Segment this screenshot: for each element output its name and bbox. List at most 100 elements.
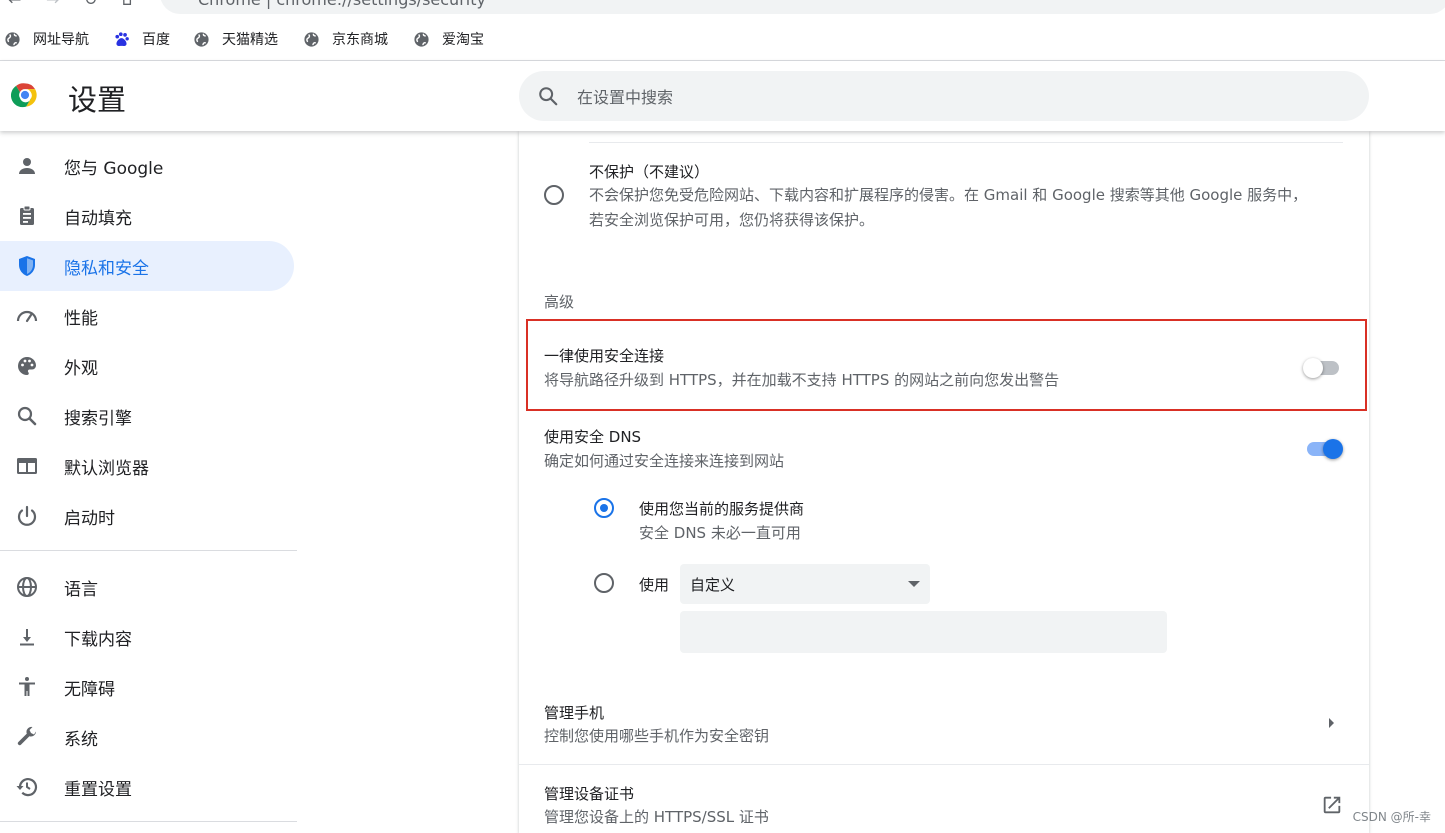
sidebar-item-downloads[interactable]: 下载内容 [0, 612, 294, 662]
back-icon[interactable]: ← [8, 0, 21, 9]
search-icon [539, 87, 558, 106]
sidebar-item-you-and-google[interactable]: 您与 Google [0, 141, 294, 191]
sidebar-item-label: 下载内容 [64, 629, 132, 650]
bookmark-item[interactable]: 京东商城 [303, 29, 388, 49]
sidebar-item-languages[interactable]: 语言 [0, 562, 294, 612]
sidebar-item-label: 启动时 [64, 508, 115, 529]
sidebar-item-default-browser[interactable]: 默认浏览器 [0, 441, 294, 491]
arrow-right-icon[interactable] [1329, 718, 1334, 728]
settings-sidebar: 您与 Google 自动填充 隐私和安全 性能 外观 搜索引擎 默认浏览器 启动… [0, 131, 300, 833]
sidebar-item-accessibility[interactable]: 无障碍 [0, 662, 294, 712]
dns-current-provider-title: 使用您当前的服务提供商 [639, 500, 805, 518]
sidebar-item-privacy-security[interactable]: 隐私和安全 [0, 241, 294, 291]
sidebar-item-label: 搜索引擎 [64, 408, 132, 429]
dns-current-provider-radio[interactable] [594, 498, 614, 518]
shield-icon [19, 256, 35, 276]
page-title: 设置 [68, 83, 127, 117]
bookmark-label: 网址导航 [33, 32, 89, 48]
reload-icon[interactable]: ↻ [84, 0, 97, 9]
manage-certs-desc: 管理您设备上的 HTTPS/SSL 证书 [544, 808, 769, 826]
bookmark-label: 京东商城 [332, 32, 388, 48]
watermark: CSDN @所-幸 [1352, 810, 1431, 824]
manage-phones-title: 管理手机 [544, 704, 605, 722]
clipboard-icon [20, 205, 34, 225]
no-protection-radio[interactable] [544, 185, 564, 205]
secure-dns-title: 使用安全 DNS [544, 428, 642, 446]
forward-icon[interactable]: → [46, 0, 59, 9]
bookmark-item[interactable]: 网址导航 [4, 29, 89, 49]
accessibility-icon [19, 677, 35, 696]
restore-icon [16, 778, 38, 797]
manage-phones-desc: 控制您使用哪些手机作为安全密钥 [544, 727, 770, 745]
bookmark-item[interactable]: 爱淘宝 [413, 29, 484, 49]
browser-window-icon [17, 458, 37, 474]
globe-icon [414, 31, 429, 47]
divider [589, 142, 1343, 143]
manage-certs-title: 管理设备证书 [544, 785, 635, 803]
sidebar-item-on-startup[interactable]: 启动时 [0, 491, 294, 541]
row-divider [519, 764, 1369, 765]
search-icon [17, 406, 37, 426]
advanced-section-title: 高级 [544, 293, 575, 311]
palette-icon [18, 357, 36, 375]
sidebar-item-label: 系统 [64, 729, 98, 750]
globe-icon [304, 31, 319, 47]
sidebar-item-label: 无障碍 [64, 679, 115, 700]
gauge-icon [16, 310, 38, 323]
sidebar-item-autofill[interactable]: 自动填充 [0, 191, 294, 241]
sidebar-divider [0, 821, 297, 822]
open-in-new-icon[interactable] [1321, 794, 1343, 816]
https-only-desc: 将导航路径升级到 HTTPS，并在加载不支持 HTTPS 的网站之前向您发出警告 [544, 371, 1060, 389]
no-protection-title: 不保护（不建议） [589, 163, 710, 181]
address-bar-text: Chrome | chrome://settings/security [198, 0, 486, 9]
browser-toolbar: ← → ↻ ⌂ Chrome | chrome://settings/secur… [0, 0, 1445, 14]
sidebar-item-label: 隐私和安全 [64, 258, 149, 279]
secure-dns-desc: 确定如何通过安全连接来连接到网站 [544, 452, 785, 470]
sidebar-item-label: 默认浏览器 [64, 458, 149, 479]
bookmark-label: 天猫精选 [222, 32, 278, 48]
caret-down-icon [908, 581, 920, 587]
sidebar-item-system[interactable]: 系统 [0, 712, 294, 762]
download-icon [20, 629, 34, 646]
security-settings-card: 不保护（不建议） 不会保护您免受危险网站、下载内容和扩展程序的侵害。在 Gmai… [519, 131, 1369, 833]
sidebar-item-appearance[interactable]: 外观 [0, 341, 294, 391]
sidebar-item-performance[interactable]: 性能 [0, 291, 294, 341]
settings-search-box[interactable] [519, 71, 1369, 123]
bookmark-item[interactable]: 百度 [113, 29, 170, 49]
home-icon[interactable]: ⌂ [122, 0, 132, 9]
dns-custom-radio[interactable] [594, 573, 614, 593]
dns-custom-url-input[interactable] [680, 611, 1167, 653]
sidebar-divider [0, 550, 297, 551]
sidebar-item-label: 自动填充 [64, 208, 132, 229]
sidebar-item-label: 性能 [64, 308, 98, 329]
dns-provider-select[interactable]: 自定义 [680, 564, 930, 604]
person-icon [19, 158, 35, 174]
https-only-toggle[interactable] [1303, 357, 1339, 378]
no-protection-desc-line2: 若安全浏览保护可用，您仍将获得该保护。 [589, 211, 875, 229]
globe-icon [5, 31, 20, 47]
toggle-knob [1323, 439, 1343, 459]
baidu-paw-icon [115, 31, 129, 46]
globe-icon [194, 31, 209, 47]
sidebar-item-label: 语言 [64, 579, 98, 600]
bookmarks-bar: 网址导航 百度 天猫精选 京东商城 爱淘宝 [0, 14, 1445, 61]
sidebar-item-label: 重置设置 [64, 779, 132, 800]
no-protection-desc-line1: 不会保护您免受危险网站、下载内容和扩展程序的侵害。在 Gmail 和 Googl… [589, 186, 1308, 204]
chrome-logo-icon [11, 83, 37, 108]
dns-custom-label: 使用 [639, 576, 670, 594]
bookmark-label: 爱淘宝 [442, 32, 484, 48]
dns-provider-select-value: 自定义 [690, 576, 736, 594]
wrench-icon [17, 726, 36, 746]
sidebar-item-label: 您与 Google [64, 158, 164, 179]
bookmark-item[interactable]: 天猫精选 [193, 29, 278, 49]
bookmark-label: 百度 [142, 32, 170, 48]
globe-icon [17, 577, 37, 597]
sidebar-item-search-engine[interactable]: 搜索引擎 [0, 391, 294, 441]
sidebar-item-label: 外观 [64, 358, 98, 379]
power-icon [17, 505, 37, 526]
search-input[interactable] [575, 71, 1339, 123]
toggle-knob [1303, 358, 1323, 378]
secure-dns-toggle[interactable] [1305, 438, 1343, 459]
sidebar-item-reset[interactable]: 重置设置 [0, 762, 294, 812]
settings-header: 设置 [0, 61, 1445, 131]
